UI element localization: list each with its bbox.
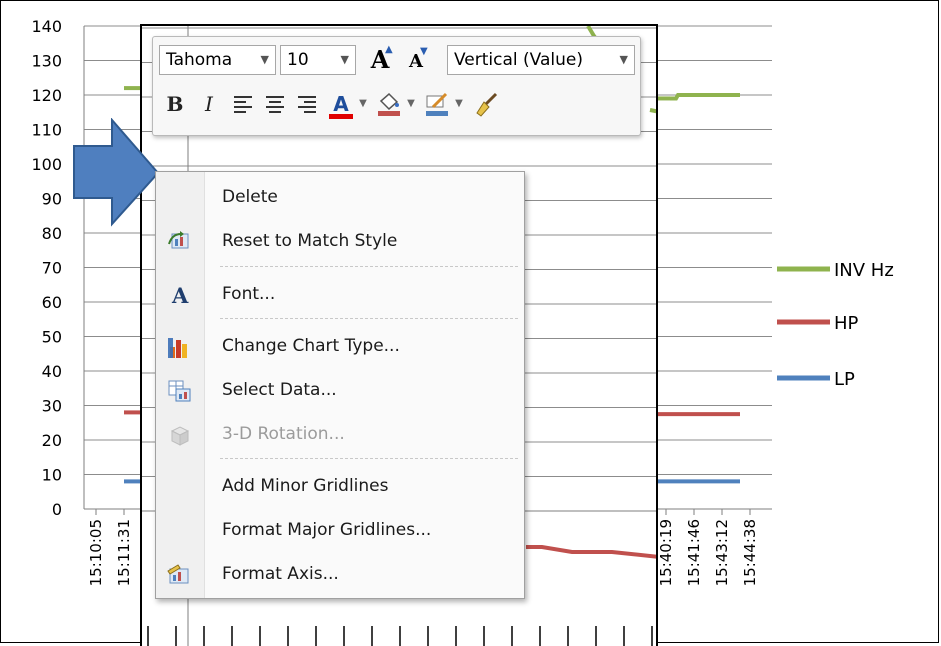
- x-tick-label: 15:40:19: [657, 519, 675, 586]
- chart-element-selector[interactable]: Vertical (Value) ▼: [447, 45, 635, 75]
- format-painter-icon: [476, 92, 498, 117]
- reset-style-icon: [168, 231, 189, 249]
- font-name-value: Tahoma: [166, 50, 233, 70]
- menu-item-label: Format Axis...: [222, 564, 339, 584]
- menu-item-reset-to-match-style[interactable]: Reset to Match Style: [156, 222, 524, 262]
- y-tick-label: 130: [31, 52, 62, 71]
- x-tick-label: 15:41:46: [685, 519, 703, 586]
- menu-item-format-axis[interactable]: Format Axis...: [156, 555, 524, 595]
- pencil-outline-icon: [426, 92, 448, 116]
- italic-icon: I: [205, 92, 213, 116]
- y-tick-label: 60: [42, 293, 62, 312]
- menu-item-label: Delete: [222, 187, 278, 207]
- font-icon: A: [171, 283, 189, 307]
- chevron-down-icon: ▼: [619, 53, 628, 66]
- font-size-value: 10: [287, 50, 309, 70]
- y-tick-label: 70: [42, 259, 62, 278]
- shrink-font-button[interactable]: A ▼: [401, 46, 431, 77]
- legend-label: INV Hz: [834, 260, 894, 281]
- menu-item-label: Select Data...: [222, 380, 337, 400]
- bold-icon: B: [166, 92, 184, 116]
- chevron-down-icon: ▼: [340, 53, 349, 66]
- font-size-combo[interactable]: 10 ▼: [280, 45, 356, 75]
- menu-item-select-data[interactable]: Select Data...: [156, 371, 524, 411]
- pointer-arrow: [73, 118, 160, 227]
- menu-item-label: Change Chart Type...: [222, 336, 400, 356]
- legend-label: LP: [834, 369, 855, 390]
- align-right-button[interactable]: [291, 87, 323, 121]
- y-tick-label: 20: [42, 431, 62, 450]
- x-tick-label: 15:44:38: [741, 519, 759, 586]
- menu-separator: [220, 318, 518, 319]
- mini-toolbar: Tahoma ▼ 10 ▼ A ▲ A ▼ Vertical (Value) ▼ B…: [152, 36, 641, 136]
- font-color-swatch: [329, 114, 353, 119]
- svg-text:A: A: [171, 283, 189, 307]
- menu-item-delete[interactable]: Delete: [156, 178, 524, 218]
- menu-separator: [220, 266, 518, 267]
- menu-item-font[interactable]: A Font...: [156, 275, 524, 315]
- align-left-button[interactable]: [227, 87, 259, 121]
- align-center-button[interactable]: [259, 87, 291, 121]
- select-data-icon: [168, 380, 191, 402]
- align-left-icon: [234, 96, 252, 113]
- chevron-down-icon[interactable]: ▼: [357, 87, 369, 121]
- menu-item-change-chart-type[interactable]: Change Chart Type...: [156, 327, 524, 367]
- y-tick-label: 30: [42, 397, 62, 416]
- chevron-down-icon[interactable]: ▼: [453, 87, 465, 121]
- chart-type-icon: [168, 338, 187, 358]
- y-tick-label: 80: [42, 224, 62, 243]
- menu-item-add-minor-gridlines[interactable]: Add Minor Gridlines: [156, 467, 524, 507]
- italic-button[interactable]: I: [193, 87, 225, 121]
- y-axis[interactable]: 1401301201101009080706050403020100: [31, 17, 62, 519]
- 3d-rotation-icon: [170, 426, 190, 446]
- chart-element-value: Vertical (Value): [454, 50, 583, 70]
- font-color-icon: A: [333, 92, 349, 116]
- inner-series-inv-hz: [649, 108, 656, 114]
- y-tick-label: 50: [42, 328, 62, 347]
- menu-item-label: Font...: [222, 284, 276, 304]
- y-tick-label: 40: [42, 362, 62, 381]
- y-tick-label: 0: [52, 500, 62, 519]
- grow-font-button[interactable]: A ▲: [363, 43, 397, 77]
- align-center-icon: [266, 96, 284, 113]
- fill-color-button[interactable]: [373, 87, 405, 121]
- chevron-down-icon: ▼: [260, 53, 269, 66]
- y-tick-label: 110: [31, 121, 62, 140]
- y-tick-label: 10: [42, 466, 62, 485]
- chevron-down-icon[interactable]: ▼: [405, 87, 417, 121]
- menu-item-label: Format Major Gridlines...: [222, 520, 432, 540]
- font-name-combo[interactable]: Tahoma ▼: [159, 45, 276, 75]
- menu-item-label: Add Minor Gridlines: [222, 476, 389, 496]
- x-tick-label: 15:10:05: [87, 519, 105, 586]
- x-tick-label: 15:11:31: [115, 519, 133, 586]
- font-color-button[interactable]: A: [325, 87, 357, 121]
- legend[interactable]: INV Hz HP LP: [777, 260, 894, 390]
- y-tick-label: 100: [31, 155, 62, 174]
- y-tick-label: 90: [42, 190, 62, 209]
- inner-series-hp: [526, 545, 656, 559]
- paint-bucket-icon: [378, 92, 400, 116]
- format-axis-icon: [167, 564, 189, 584]
- format-painter-button[interactable]: [471, 87, 503, 121]
- legend-label: HP: [834, 313, 859, 334]
- menu-item-label: Reset to Match Style: [222, 231, 398, 251]
- x-tick-label: 15:43:12: [713, 519, 731, 586]
- series-inv-hz-line: [670, 93, 740, 101]
- menu-item-format-major-gridlines[interactable]: Format Major Gridlines...: [156, 511, 524, 551]
- menu-separator: [220, 458, 518, 459]
- bold-button[interactable]: B: [159, 87, 191, 121]
- y-tick-label: 120: [31, 86, 62, 105]
- menu-item-label: 3-D Rotation...: [222, 424, 345, 444]
- context-menu: Delete Reset to Match Style A Font... Ch…: [155, 171, 525, 599]
- align-right-icon: [298, 96, 316, 113]
- outline-color-button[interactable]: [421, 87, 453, 121]
- menu-item-3d-rotation[interactable]: 3-D Rotation...: [156, 415, 524, 455]
- y-tick-label: 140: [31, 17, 62, 36]
